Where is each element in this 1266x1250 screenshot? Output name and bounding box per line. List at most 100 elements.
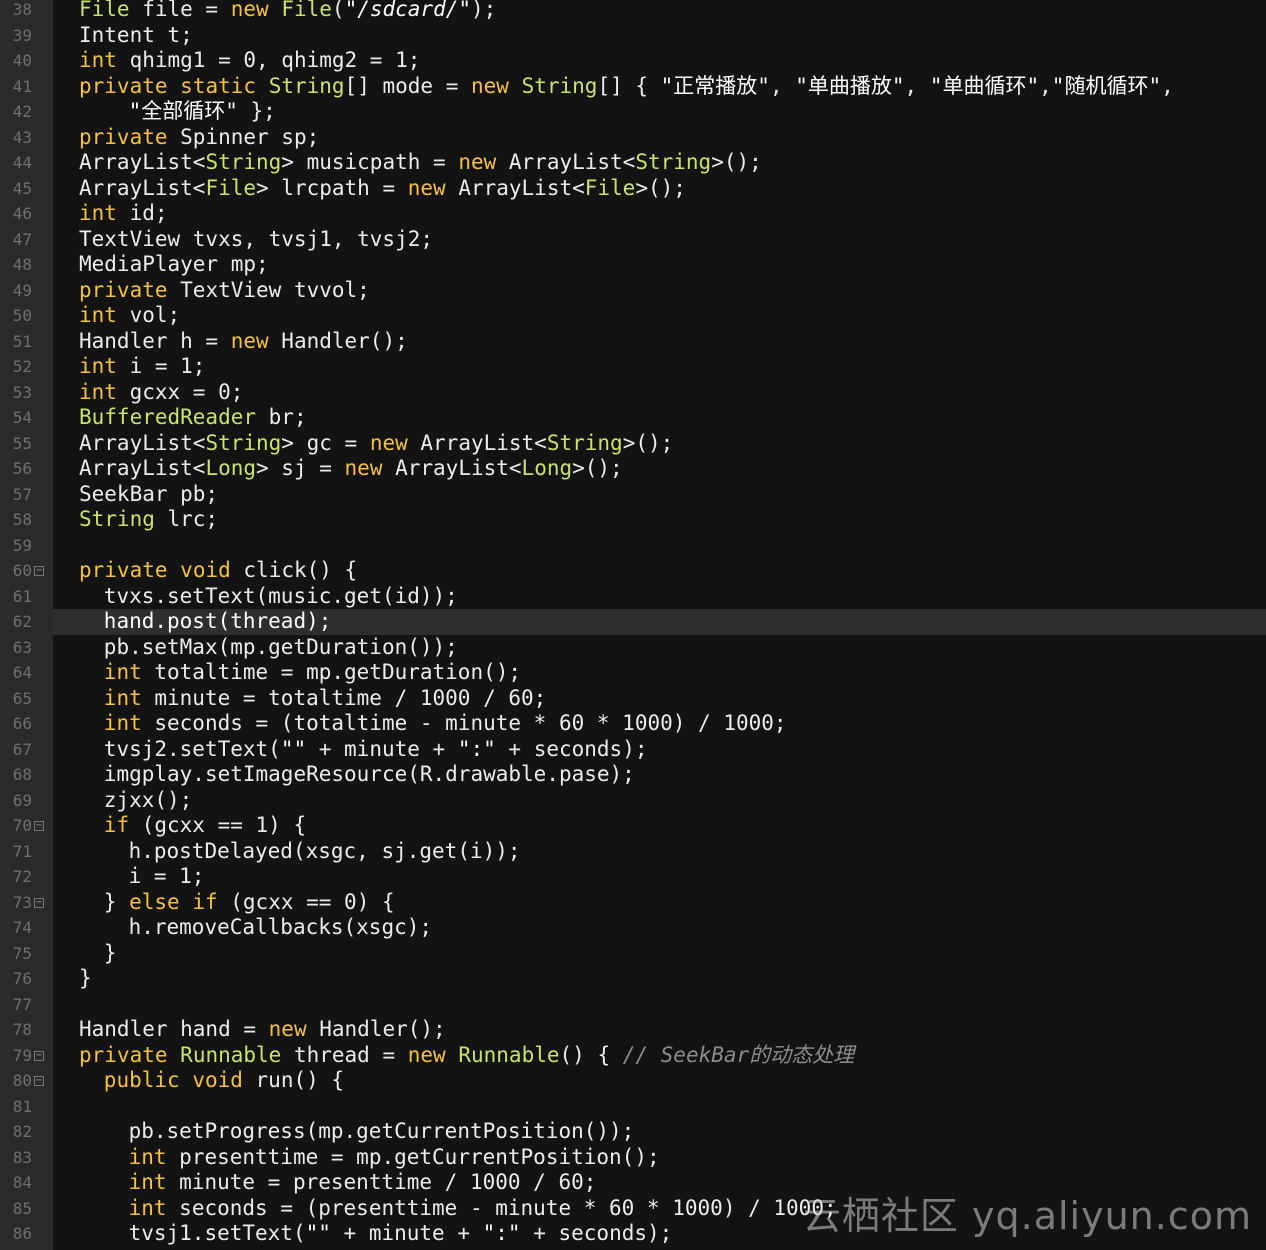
code-line[interactable]: pb.setMax(mp.getDuration()); — [53, 635, 1266, 661]
code-line-text: zjxx(); — [104, 788, 193, 814]
code-line[interactable]: BufferedReader br; — [53, 405, 1266, 431]
code-line[interactable]: int i = 1; — [53, 354, 1266, 380]
code-token: + seconds); — [495, 736, 648, 761]
code-token: void — [192, 1068, 243, 1092]
code-line[interactable]: private Runnable thread = new Runnable()… — [53, 1043, 1266, 1069]
code-token: [] mode = — [344, 73, 471, 98]
code-line-text: ArrayList<String> musicpath = new ArrayL… — [79, 150, 762, 176]
line-number: 59 — [12, 535, 32, 555]
code-line[interactable]: pb.setProgress(mp.getCurrentPosition()); — [53, 1119, 1266, 1145]
code-line-text: ArrayList<Long> sj = new ArrayList<Long>… — [79, 456, 623, 482]
code-line[interactable]: Intent t; — [53, 23, 1266, 49]
code-token: ); — [471, 0, 497, 21]
code-token: + minute + — [330, 1221, 483, 1245]
fold-toggle-icon[interactable]: − — [34, 1050, 44, 1061]
line-number: 40 — [12, 51, 32, 70]
code-token: hand.post(thread); — [103, 609, 332, 633]
code-line[interactable]: imgplay.setImageResource(R.drawable.pase… — [53, 762, 1266, 788]
code-line[interactable] — [53, 992, 1266, 1018]
code-line-text: private Spinner sp; — [79, 125, 319, 151]
code-line[interactable]: int id; — [53, 201, 1266, 227]
code-line[interactable]: private Spinner sp; — [53, 125, 1266, 151]
line-number: 77 — [12, 994, 32, 1014]
code-token: String — [635, 150, 712, 174]
code-line[interactable]: hand.post(thread); — [53, 609, 1266, 635]
code-line[interactable]: h.removeCallbacks(xsgc); — [53, 915, 1266, 941]
code-line[interactable]: h.postDelayed(xsgc, sj.get(i)); — [53, 839, 1266, 865]
code-line[interactable]: SeekBar pb; — [53, 482, 1266, 508]
code-line[interactable]: ArrayList<Long> sj = new ArrayList<Long>… — [53, 456, 1266, 482]
line-number: 83 — [12, 1147, 32, 1167]
line-number: 57 — [12, 484, 32, 504]
code-token: imgplay.setImageResource(R.drawable.pase… — [103, 762, 635, 786]
code-line[interactable]: tvxs.setText(music.get(id)); — [53, 584, 1266, 610]
code-token: Handler h = — [79, 328, 231, 353]
code-editor[interactable]: File file = new File("/sdcard/"); Intent … — [0, 0, 1266, 1250]
code-token: "/sdcard/" — [344, 0, 471, 21]
code-line[interactable]: } else if (gcxx == 0) { — [53, 890, 1266, 916]
line-number: 56 — [12, 459, 32, 478]
code-area[interactable]: File file = new File("/sdcard/"); Intent … — [53, 0, 1266, 1250]
code-token: TextView tvvol; — [167, 277, 370, 302]
code-token: "全部循环" — [128, 99, 238, 123]
fold-toggle-icon[interactable]: − — [34, 566, 44, 576]
code-token: Handler hand = — [79, 1017, 269, 1041]
code-line[interactable]: TextView tvxs, tvsj1, tvsj2; — [53, 227, 1266, 253]
fold-toggle-icon[interactable]: − — [34, 821, 44, 831]
code-token: int — [103, 685, 142, 710]
code-line[interactable]: zjxx(); — [53, 788, 1266, 814]
code-line[interactable]: int presenttime = mp.getCurrentPosition(… — [53, 1145, 1266, 1171]
code-line-text: int minute = presenttime / 1000 / 60; — [129, 1170, 597, 1196]
code-token: , — [769, 73, 796, 98]
code-token: public — [103, 1068, 180, 1092]
code-line[interactable]: int seconds = (totaltime - minute * 60 *… — [53, 711, 1266, 737]
code-line[interactable]: File file = new File("/sdcard/"); — [53, 0, 1266, 23]
code-token: qhimg1 = 0, qhimg2 = 1; — [116, 48, 421, 72]
code-token: + seconds); — [520, 1221, 673, 1245]
code-line[interactable]: int totaltime = mp.getDuration(); — [53, 660, 1266, 686]
code-line-text: ArrayList<String> gc = new ArrayList<Str… — [79, 431, 673, 457]
code-line[interactable]: private TextView tvvol; — [53, 278, 1266, 304]
code-line[interactable]: int vol; — [53, 303, 1266, 329]
code-line[interactable]: "全部循环" }; — [53, 99, 1266, 125]
code-line[interactable]: } — [53, 941, 1266, 967]
code-token: ":" — [457, 736, 496, 761]
code-line[interactable]: public void run() { — [53, 1068, 1266, 1094]
code-token: + minute + — [306, 736, 458, 761]
code-line[interactable]: ArrayList<String> gc = new ArrayList<Str… — [53, 431, 1266, 457]
code-line[interactable]: ArrayList<File> lrcpath = new ArrayList<… — [53, 176, 1266, 202]
code-line[interactable]: i = 1; — [53, 864, 1266, 890]
code-token: Intent t; — [79, 22, 193, 47]
code-line-text: imgplay.setImageResource(R.drawable.pase… — [104, 762, 635, 788]
code-line[interactable]: tvsj2.setText("" + minute + ":" + second… — [53, 737, 1266, 763]
code-line[interactable]: ArrayList<String> musicpath = new ArrayL… — [53, 150, 1266, 176]
code-token: if — [192, 889, 218, 914]
code-token: pb.setProgress(mp.getCurrentPosition()); — [128, 1119, 635, 1143]
code-line[interactable]: } — [53, 966, 1266, 992]
code-token: int — [128, 1170, 167, 1194]
fold-toggle-icon[interactable]: − — [34, 897, 44, 908]
code-token: BufferedReader — [79, 405, 257, 429]
line-number: 51 — [12, 331, 32, 351]
code-token: File — [281, 0, 332, 21]
code-line[interactable]: int qhimg1 = 0, qhimg2 = 1; — [53, 48, 1266, 74]
code-token: minute = totaltime / 1000 / 60; — [141, 685, 547, 710]
code-line[interactable]: int gcxx = 0; — [53, 380, 1266, 406]
code-line[interactable]: private static String[] mode = new Strin… — [53, 74, 1266, 100]
fold-toggle-icon[interactable]: − — [34, 1076, 44, 1086]
code-token: int — [79, 48, 117, 72]
code-line[interactable]: private void click() { — [53, 558, 1266, 584]
line-number: 71 — [12, 841, 32, 861]
code-line[interactable]: Handler h = new Handler(); — [53, 329, 1266, 355]
code-line[interactable]: String lrc; — [53, 507, 1266, 533]
code-line[interactable] — [53, 533, 1266, 559]
code-line[interactable] — [53, 1094, 1266, 1120]
code-line[interactable]: int minute = totaltime / 1000 / 60; — [53, 686, 1266, 712]
line-number: 63 — [12, 637, 32, 657]
code-line[interactable]: MediaPlayer mp; — [53, 252, 1266, 278]
code-line[interactable]: if (gcxx == 1) { — [53, 813, 1266, 839]
code-line[interactable]: Handler hand = new Handler(); — [53, 1017, 1266, 1043]
